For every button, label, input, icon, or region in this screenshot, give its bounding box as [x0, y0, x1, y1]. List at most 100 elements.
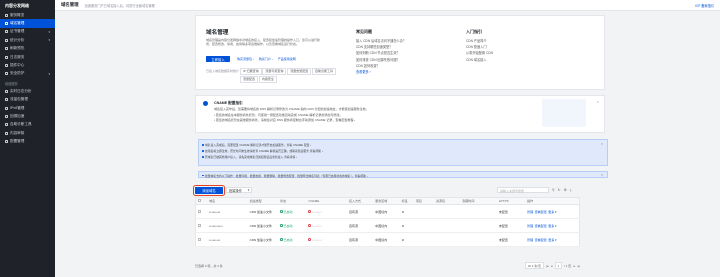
select-all-checkbox[interactable] — [195, 197, 208, 205]
product-chip[interactable]: 自助诊断工具 — [312, 67, 337, 75]
info-icon — [203, 101, 208, 106]
chevron-down-icon: ▾ — [48, 38, 50, 43]
last-page-icon[interactable]: ▸| — [578, 264, 580, 268]
sidebar-item[interactable]: 插件中心 — [0, 61, 55, 69]
notice-dot-icon — [202, 150, 204, 152]
add-domain-button[interactable]: 添加域名 — [193, 184, 225, 196]
row-action-link[interactable]: 更多 ▾ — [548, 210, 556, 214]
row-action-link[interactable]: 管理 — [527, 224, 533, 228]
faq-link[interactable]: 查看更多 › — [356, 69, 406, 75]
table-row: ••••••••• CDN 加速小文件 已启动 •••••••• 自有源 中国境内 ⊘ 未配置… — [195, 232, 580, 247]
sidebar-item[interactable]: 安全防护 ▾ — [0, 70, 55, 78]
table-body: ••••••••• CDN 加速小文件 已启动 •••••••• 自有源 中国境内 ⊘ 未配置… — [195, 204, 580, 247]
sidebar-item[interactable]: 服务概览 — [0, 11, 55, 19]
filter-icon[interactable]: ⚲ — [552, 188, 555, 192]
buy-traffic-link[interactable]: 购买流量包 › — [237, 57, 254, 61]
tag-cell[interactable]: ⊘ — [400, 232, 415, 247]
notice-dot-icon — [202, 156, 204, 158]
row-checkbox[interactable] — [195, 232, 208, 247]
sidebar-item[interactable]: 实时日志分析 — [0, 87, 55, 95]
banner-bullet: • 若您的域名在本服务商处托管，可使用一键配置功能自动完成 CNAME 解析记录… — [214, 113, 343, 117]
buy-portal-link[interactable]: 购买门户 › — [259, 57, 273, 61]
first-page-icon[interactable]: |◂ — [546, 264, 548, 268]
row-action-link[interactable]: 查看配置 — [535, 238, 547, 242]
table-header-row: 域名 加速类型 状态 CNAME 接入方式 服务区域 标签 项目 资源包 到期时… — [195, 197, 580, 205]
sidebar-item-label: 安全防护 — [10, 71, 25, 76]
row-action-link[interactable]: 管理 — [527, 210, 533, 214]
sidebar-item-icon — [5, 13, 8, 17]
https-cell: 未配置 — [497, 232, 526, 247]
sidebar-item[interactable]: 刷新预热 — [0, 45, 55, 53]
row-action-link[interactable]: 查看配置 — [535, 224, 547, 228]
domain-cell[interactable]: ••••••••• — [207, 204, 249, 219]
sidebar: 内容分发网络 服务概览 域名管理 证书管理 ▾ 统计分析 ▾ 刷新预热 日志服务 插件中心 安全防… — [0, 0, 55, 277]
tag-cell[interactable]: ⊘ — [400, 204, 415, 219]
column-header: 加速类型 — [248, 197, 279, 205]
domain-cell[interactable]: ••••••••• — [207, 232, 249, 247]
cname-text: •••••••• — [312, 223, 323, 228]
sidebar-item-icon — [5, 140, 8, 144]
refresh-icon[interactable]: ↻ — [558, 188, 561, 192]
package-cell — [434, 204, 461, 219]
operations-cell: 管理 查看配置 更多 ▾ — [525, 232, 580, 247]
icp-guide-link[interactable]: ICP 备案指引 — [695, 3, 714, 8]
sidebar-bottom-items: 实时日志分析 流量包管理 IPv6管理 回源加速 自助诊断工具 内容审核 配置管理 — [0, 87, 55, 146]
cname-warning-icon — [308, 210, 312, 213]
sidebar-item-icon — [5, 64, 8, 68]
product-docs-link[interactable]: 产品使用说明 — [278, 57, 296, 61]
expiry-cell — [460, 218, 498, 233]
page-size-select[interactable]: 20 ▾ 条/页 — [525, 261, 544, 270]
close-icon[interactable]: × — [597, 99, 599, 104]
chevron-down-icon: ▾ — [48, 71, 50, 76]
chevron-down-icon: ▾ — [48, 29, 50, 34]
row-action-link[interactable]: 更多 ▾ — [548, 238, 556, 242]
page-number-input[interactable]: 1 — [554, 261, 562, 270]
batch-operations-select[interactable]: 批量操作 ▾ — [226, 186, 253, 194]
product-chip[interactable]: 流量配置 — [240, 75, 259, 83]
checkbox-icon — [197, 223, 201, 227]
prev-page-icon[interactable]: ◂ — [551, 264, 553, 268]
close-icon[interactable]: × — [601, 142, 603, 146]
row-action-link[interactable]: 查看配置 — [535, 210, 547, 214]
guide-link[interactable]: CDN 域名接入 — [466, 57, 493, 63]
notice-line: 若域名已被其他用户接入，请先完成域名归属权验证后重新接入 查看详情 › — [205, 155, 297, 159]
tag-cell[interactable]: ⊘ — [400, 218, 415, 233]
sidebar-item[interactable]: 证书管理 ▾ — [0, 28, 55, 36]
sidebar-item[interactable]: 域名管理 — [0, 19, 55, 28]
row-checkbox[interactable] — [195, 204, 208, 219]
notice-dot-icon — [202, 144, 204, 146]
sidebar-item[interactable]: 日志服务 — [0, 53, 55, 61]
close-icon[interactable]: × — [601, 173, 603, 177]
sidebar-item[interactable]: 统计分析 ▾ — [0, 36, 55, 44]
product-chip[interactable]: 内容安全 — [258, 75, 277, 83]
search-input[interactable]: 请输入关键字搜索 — [497, 187, 549, 194]
batch-operations-label: 批量操作 — [229, 188, 242, 193]
row-checkbox[interactable] — [195, 218, 208, 233]
product-chip[interactable]: 流量告警配置 — [287, 67, 312, 75]
cname-cell: •••••••• — [306, 218, 348, 233]
row-action-link[interactable]: 管理 — [527, 238, 533, 242]
row-action-link[interactable]: 更多 ▾ — [548, 224, 556, 228]
sidebar-item[interactable]: IPv6管理 — [0, 104, 55, 112]
sidebar-item[interactable]: 自助诊断工具 — [0, 121, 55, 129]
sidebar-item[interactable]: 回源加速 — [0, 112, 55, 120]
operations-cell: 管理 查看配置 更多 ▾ — [525, 204, 580, 219]
sidebar-item[interactable]: 内容审核 — [0, 129, 55, 137]
next-page-icon[interactable]: ▸ — [574, 264, 576, 268]
cname-banner: CNAME 配置指引 域名接入完毕后，您需要将域名的 DNS 解析记录修改为 C… — [195, 95, 605, 133]
guide-title: 入门指引 — [466, 29, 482, 34]
sidebar-item[interactable]: 配置管理 — [0, 137, 55, 145]
sidebar-item-icon — [5, 89, 8, 93]
column-header: 资源包 — [434, 197, 461, 205]
column-header: 服务区域 — [373, 197, 401, 205]
connect-now-button[interactable]: 立即接入 — [206, 56, 230, 62]
access-cell: 自有源 — [347, 204, 374, 219]
sidebar-item-icon — [5, 123, 8, 127]
settings-icon[interactable]: ⚙ — [564, 188, 567, 192]
sidebar-item[interactable]: 流量包管理 — [0, 96, 55, 104]
product-chip[interactable]: IP 归属查询 — [240, 67, 262, 75]
domain-cell[interactable]: ••••••••••• — [207, 218, 249, 233]
sidebar-item-icon — [5, 72, 8, 76]
download-icon[interactable]: ⤓ — [570, 188, 572, 192]
product-chip[interactable]: 流量可视查询 — [262, 67, 287, 75]
